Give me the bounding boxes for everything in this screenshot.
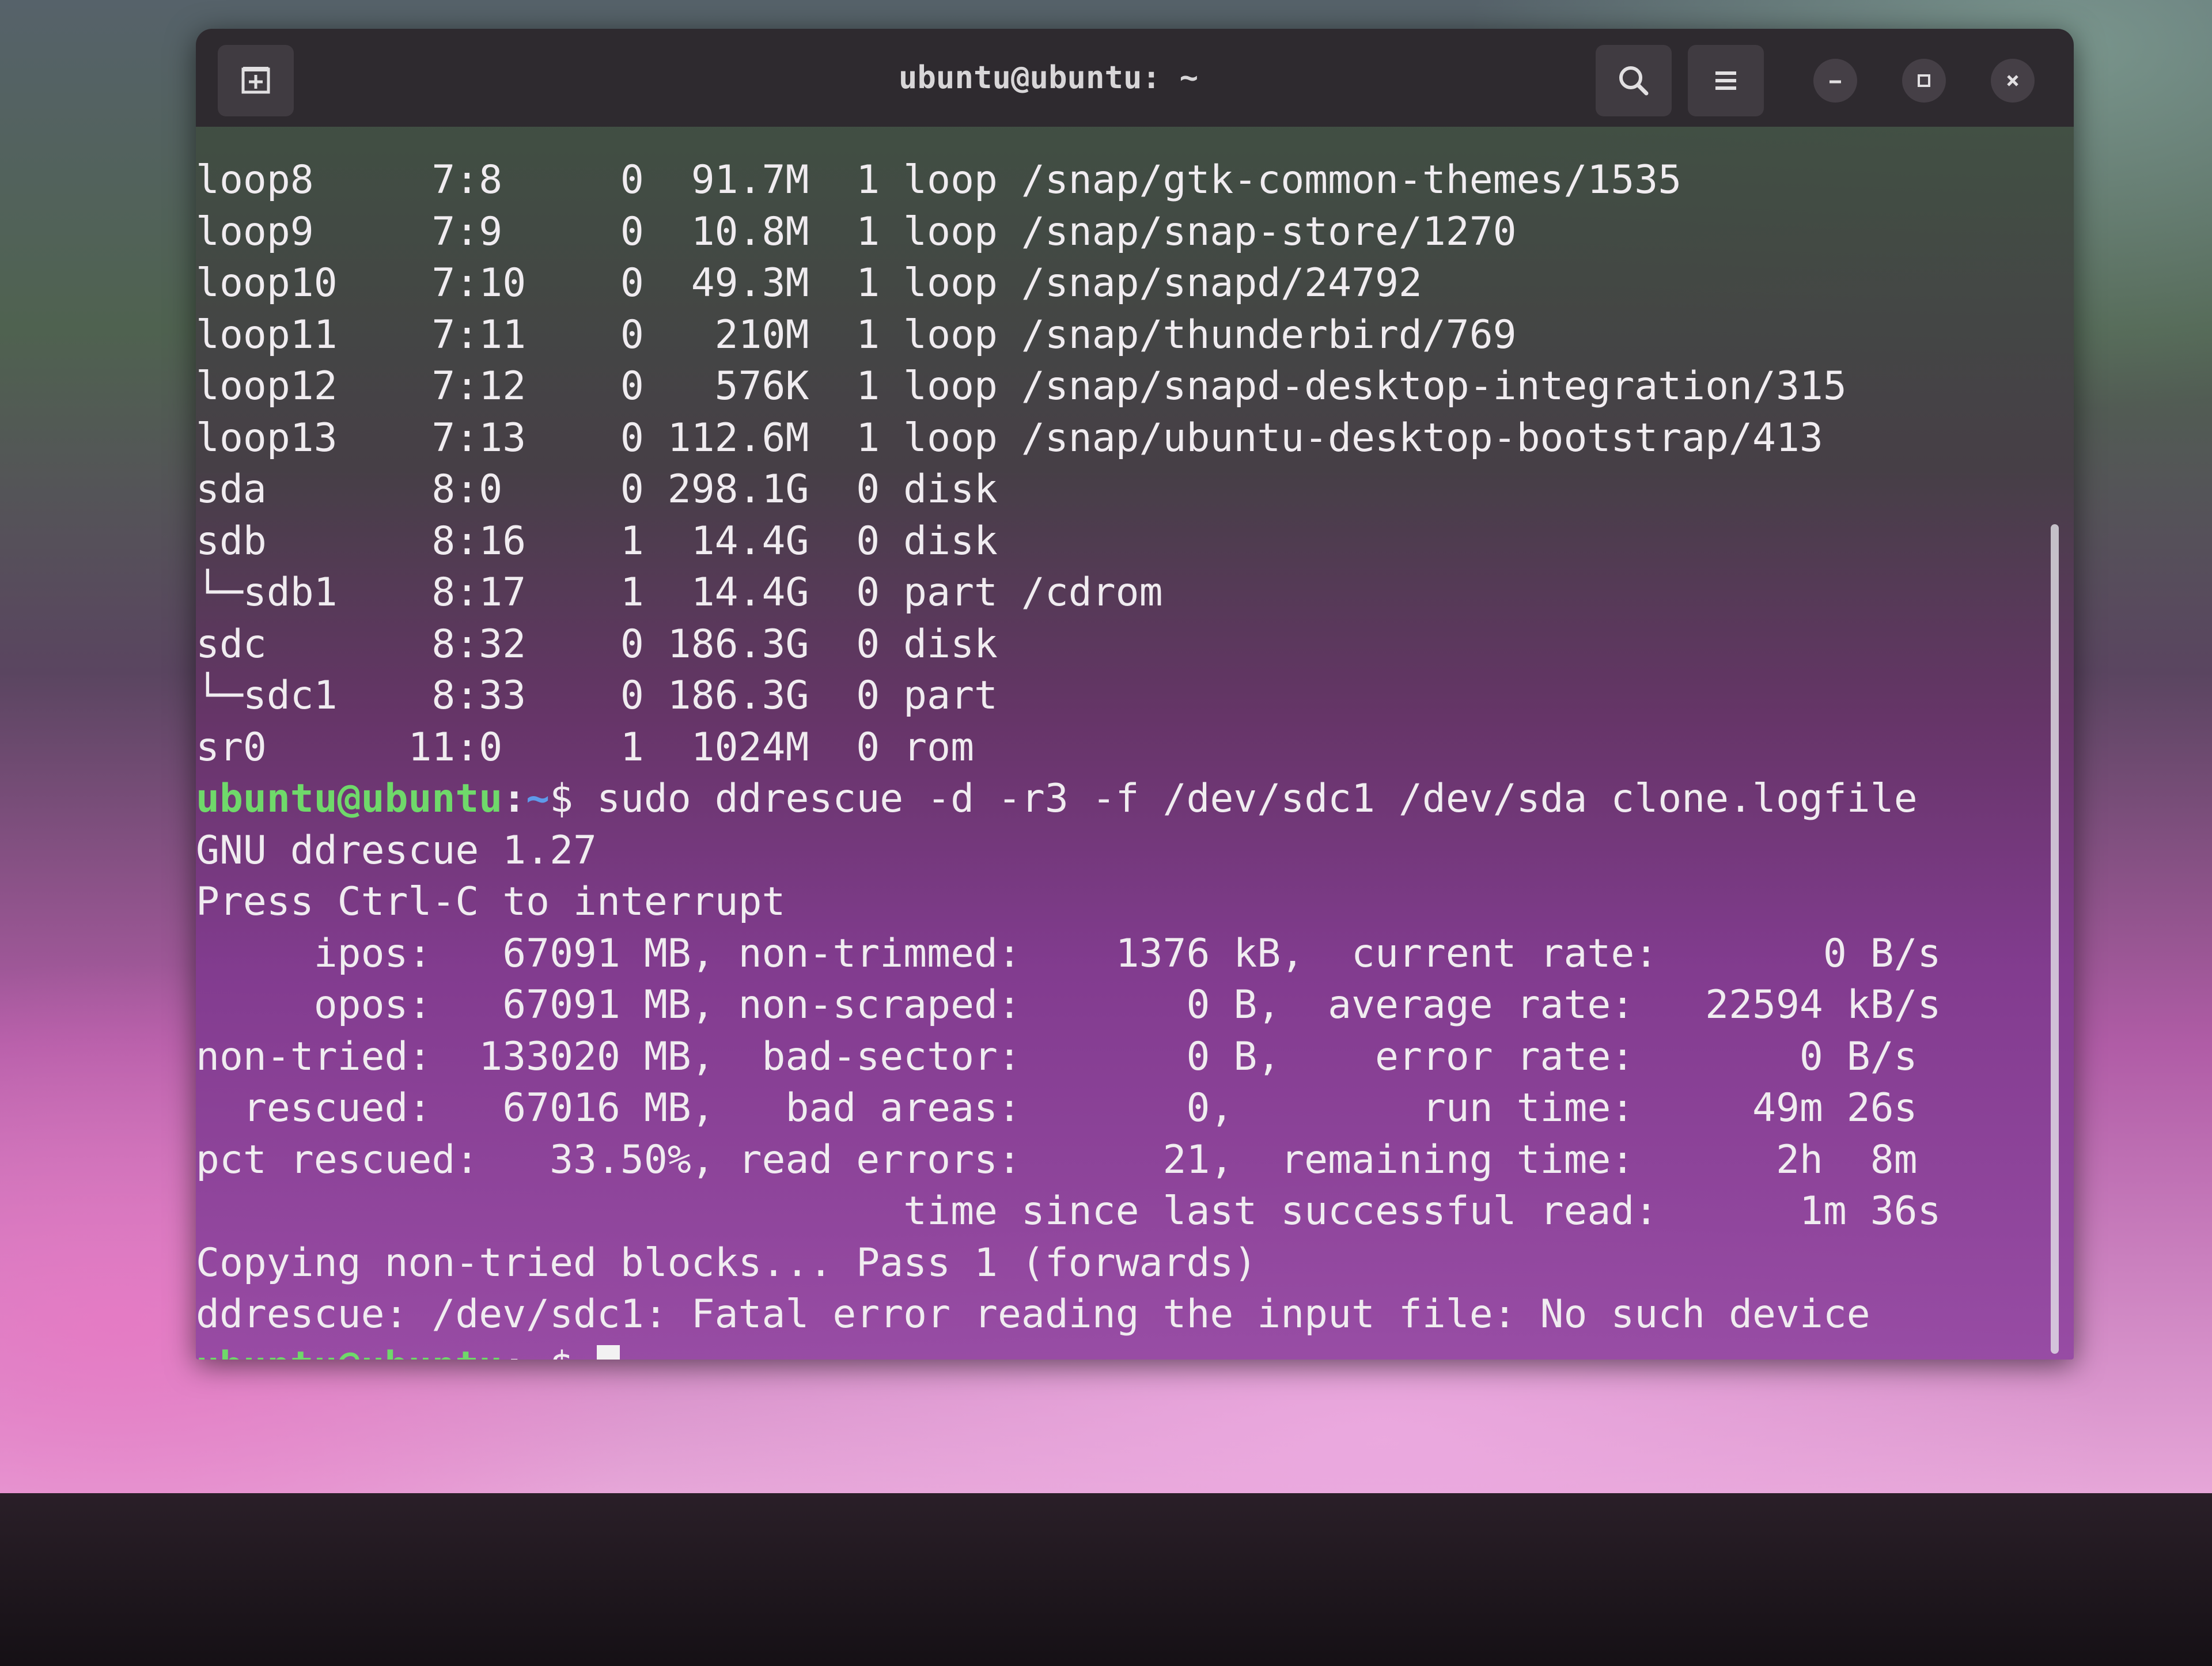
error-message: ddrescue: /dev/sdc1: Fatal error reading… — [196, 1292, 1870, 1337]
lsblk-line: loop10 7:10 0 49.3M 1 loop /snap/snapd/2… — [196, 260, 1422, 306]
prompt-user-host: ubuntu@ubuntu — [196, 1343, 502, 1360]
prompt-dollar: $ — [550, 1343, 597, 1360]
prompt-path: ~ — [526, 776, 550, 821]
prompt-dollar: $ — [550, 776, 574, 821]
lsblk-line: └─sdb1 8:17 1 14.4G 0 part /cdrom — [196, 570, 1163, 615]
minimize-icon — [1830, 80, 1841, 84]
ddrescue-status-line: non-tried: 133020 MB, bad-sector: 0 B, e… — [196, 1033, 1918, 1080]
lsblk-line: sdc 8:32 0 186.3G 0 disk — [196, 621, 998, 667]
ddrescue-status-line: opos: 67091 MB, non-scraped: 0 B, averag… — [196, 982, 1941, 1028]
ddrescue-line: Press Ctrl-C to interrupt — [196, 879, 786, 925]
lsblk-line: loop12 7:12 0 576K 1 loop /snap/snapd-de… — [196, 364, 1847, 409]
prompt-colon: : — [502, 1343, 526, 1360]
minimize-button[interactable] — [1813, 59, 1857, 103]
lsblk-line: sdb 8:16 1 14.4G 0 disk — [196, 518, 998, 564]
command-text: sudo ddrescue -d -r3 -f /dev/sdc1 /dev/s… — [573, 776, 1918, 821]
window-title: ubuntu@ubuntu: ~ — [898, 59, 1199, 96]
terminal-window: ubuntu@ubuntu: ~ loop8 7:8 0 91.7M 1 loo… — [196, 29, 2074, 1360]
monitor-bezel — [0, 1493, 2212, 1666]
text-cursor — [597, 1345, 620, 1360]
menu-button[interactable] — [1688, 45, 1764, 116]
prompt-path: ~ — [526, 1343, 550, 1360]
lsblk-line: loop8 7:8 0 91.7M 1 loop /snap/gtk-commo… — [196, 157, 1682, 203]
lsblk-line: └─sdc1 8:33 0 186.3G 0 part — [196, 673, 998, 718]
search-icon — [1619, 66, 1649, 96]
search-button[interactable] — [1596, 45, 1672, 116]
hamburger-menu-icon — [1715, 71, 1736, 90]
prompt-colon: : — [502, 776, 527, 821]
lsblk-line: sda 8:0 0 298.1G 0 disk — [196, 467, 998, 512]
lsblk-line: loop13 7:13 0 112.6M 1 loop /snap/ubuntu… — [196, 415, 1823, 461]
ddrescue-status-line: time since last successful read: 1m 36s — [196, 1188, 1941, 1234]
prompt-line[interactable]: ubuntu@ubuntu:~$ — [196, 1341, 1941, 1360]
maximize-button[interactable] — [1902, 59, 1946, 103]
lsblk-line: loop11 7:11 0 210M 1 loop /snap/thunderb… — [196, 312, 1517, 358]
terminal-output: loop8 7:8 0 91.7M 1 loop /snap/gtk-commo… — [196, 154, 1941, 1360]
prompt-user-host: ubuntu@ubuntu — [196, 776, 503, 821]
maximize-icon — [1918, 74, 1930, 87]
lsblk-line: loop9 7:9 0 10.8M 1 loop /snap/snap-stor… — [196, 209, 1517, 255]
command-line: ubuntu@ubuntu:~$ sudo ddrescue -d -r3 -f… — [196, 773, 1941, 825]
title-bar[interactable]: ubuntu@ubuntu: ~ — [196, 29, 2074, 127]
lsblk-line: sr0 11:0 1 1024M 0 rom — [196, 724, 975, 770]
ddrescue-status-line: rescued: 67016 MB, bad areas: 0, run tim… — [196, 1085, 1918, 1131]
close-button[interactable] — [1991, 59, 2035, 103]
terminal-area[interactable]: loop8 7:8 0 91.7M 1 loop /snap/gtk-commo… — [196, 127, 2074, 1360]
close-icon — [2007, 75, 2018, 86]
new-tab-button[interactable] — [218, 45, 294, 116]
ddrescue-line: Copying non-tried blocks... Pass 1 (forw… — [196, 1240, 1257, 1286]
scrollbar-thumb[interactable] — [2051, 524, 2059, 1354]
new-tab-icon — [241, 67, 270, 94]
ddrescue-status-line: pct rescued: 33.50%, read errors: 21, re… — [196, 1137, 1918, 1183]
ddrescue-status-line: ipos: 67091 MB, non-trimmed: 1376 kB, cu… — [196, 930, 1941, 976]
ddrescue-line: GNU ddrescue 1.27 — [196, 827, 597, 873]
